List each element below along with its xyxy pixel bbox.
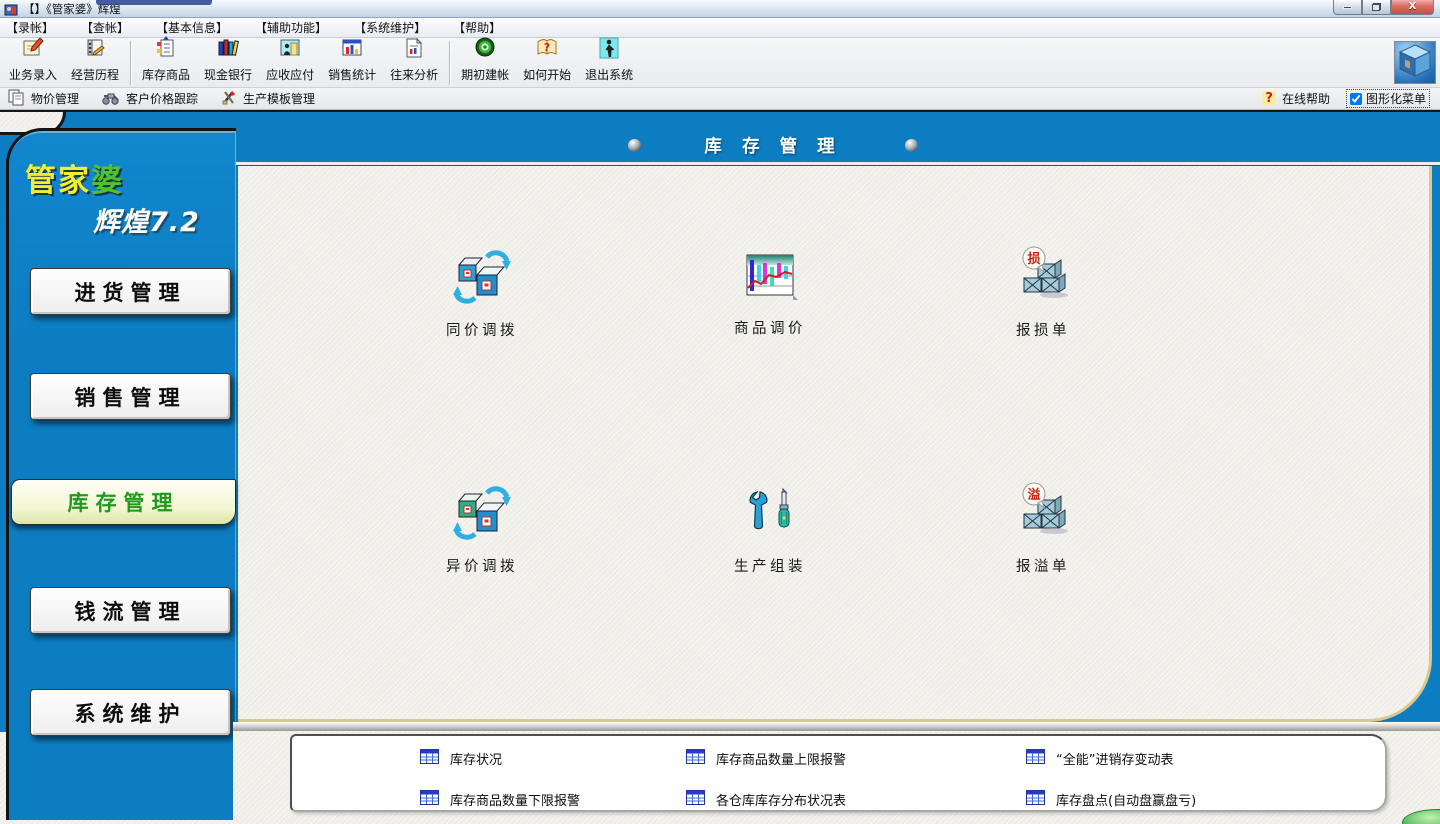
menu-query[interactable]: 【查帐】 <box>81 19 129 36</box>
analysis-doc-icon <box>402 36 426 63</box>
toolbar-separator <box>130 41 131 85</box>
toolbar-cash-bank[interactable]: 现金银行 <box>197 40 259 86</box>
report-panel: 库存状况 库存商品数量上限报警 “全能”进销存变动表 库存商品数量下限报警 各仓… <box>290 734 1387 812</box>
minimize-icon <box>1343 6 1352 9</box>
tools-icon <box>742 486 798 546</box>
how-to-start-icon: ? <box>535 36 559 63</box>
toolbar-initial-setup[interactable]: 期初建帐 <box>454 40 516 86</box>
report-upper-limit-alert[interactable]: 库存商品数量上限报警 <box>686 749 846 768</box>
menu-item-overflow-report[interactable]: 溢 报溢单 <box>968 482 1118 576</box>
menu-item-diff-price-transfer[interactable]: 异价调拨 <box>407 484 557 576</box>
application-window: 【】《管家婆》辉煌 X 【录帐】 【查帐】 【基本信息】 【辅助功能】 【系统维… <box>0 0 1440 824</box>
sidebar-item-cash-flow[interactable]: 钱流管理 <box>30 587 231 634</box>
report-omni-change-table[interactable]: “全能”进销存变动表 <box>1026 749 1173 768</box>
pen-note-icon <box>21 36 45 63</box>
menu-item-same-price-transfer[interactable]: 同价调拨 <box>407 248 557 340</box>
svg-text:损: 损 <box>1027 251 1040 267</box>
report-lower-limit-alert[interactable]: 库存商品数量下限报警 <box>420 790 580 809</box>
quickbar-price-management[interactable]: 物价管理 <box>8 89 79 109</box>
brand-cube-button[interactable] <box>1394 41 1436 84</box>
table-icon <box>420 790 439 809</box>
graphic-menu-toggle[interactable]: 图形化菜单 <box>1346 89 1430 108</box>
minimize-button[interactable] <box>1333 0 1362 15</box>
ledger-icon <box>83 36 107 63</box>
toolbar-business-entry[interactable]: 业务录入 <box>2 40 64 86</box>
report-inventory-status[interactable]: 库存状况 <box>420 749 502 768</box>
sphere-bullet-icon <box>628 139 641 152</box>
toolbar-transaction-analysis[interactable]: 往来分析 <box>383 40 445 86</box>
toolbar: 业务录入 经营历程 库存商品 现金银行 应收应付 销售统计 往来分析 <box>0 38 1440 88</box>
quick-bar: 物价管理 客户价格跟踪 生产模板管理 ? 在线帮助 图形化菜单 <box>0 88 1440 110</box>
sidebar-item-sales[interactable]: 销售管理 <box>30 373 231 420</box>
report-warehouse-distribution[interactable]: 各仓库库存分布状况表 <box>686 790 846 809</box>
table-icon <box>686 749 705 768</box>
sidebar-item-system-maintenance[interactable]: 系统维护 <box>30 689 231 736</box>
toolbar-how-to-start[interactable]: ? 如何开始 <box>516 40 578 86</box>
svg-text:?: ? <box>544 41 550 54</box>
toolbar-business-history[interactable]: 经营历程 <box>64 40 126 86</box>
section-title: 库 存 管 理 <box>704 133 841 158</box>
exit-system-icon <box>597 36 621 63</box>
brand-version: 辉煌7.2 <box>93 200 236 239</box>
menu-aux-functions[interactable]: 【辅助功能】 <box>255 19 327 36</box>
goods-list-icon <box>154 36 178 63</box>
quickbar-customer-price-tracking[interactable]: 客户价格跟踪 <box>101 89 198 109</box>
menu-item-loss-report[interactable]: 损 报损单 <box>968 246 1118 340</box>
title-bar: 【】《管家婆》辉煌 X <box>0 0 1440 18</box>
toolbar-inventory-goods[interactable]: 库存商品 <box>135 40 197 86</box>
svg-text:溢: 溢 <box>1027 487 1040 503</box>
header-underline <box>168 162 1440 165</box>
warehouse-transfer-icon <box>453 248 511 310</box>
init-account-icon <box>473 36 497 63</box>
cube-icon <box>1397 42 1433 83</box>
loss-boxes-icon: 损 <box>1014 246 1072 310</box>
titlebar-accent <box>96 0 212 5</box>
quickbar-production-template[interactable]: 生产模板管理 <box>220 89 315 109</box>
menu-record[interactable]: 【录帐】 <box>6 19 54 36</box>
toolbar-sales-statistics[interactable]: 销售统计 <box>321 40 383 86</box>
menu-basic-info[interactable]: 【基本信息】 <box>156 19 228 36</box>
table-icon <box>1026 790 1045 809</box>
menu-system-maintenance[interactable]: 【系统维护】 <box>354 19 426 36</box>
toolbar-separator <box>449 41 450 85</box>
close-button[interactable]: X <box>1391 0 1434 15</box>
section-header: 库 存 管 理 <box>628 133 918 158</box>
horizontal-divider <box>233 722 1440 731</box>
restore-icon <box>1372 3 1381 11</box>
table-icon <box>420 749 439 768</box>
receivable-payable-icon <box>278 36 302 63</box>
online-help-link[interactable]: ? 在线帮助 <box>1262 90 1330 107</box>
close-icon: X <box>1409 2 1417 12</box>
sales-chart-icon <box>340 36 364 63</box>
table-icon <box>686 790 705 809</box>
table-icon <box>1026 749 1045 768</box>
menu-item-production-assembly[interactable]: 生产组装 <box>695 486 845 576</box>
warehouse-transfer-diff-icon <box>453 484 511 546</box>
template-tools-icon <box>220 89 238 109</box>
brand-logo: 管家婆 <box>25 155 236 200</box>
sidebar-item-inventory[interactable]: 库存管理 <box>11 479 236 525</box>
sidebar: 管家婆 辉煌7.2 进货管理 销售管理 库存管理 钱流管理 系统维护 <box>6 128 236 820</box>
toolbar-receivable-payable[interactable]: 应收应付 <box>259 40 321 86</box>
restore-button[interactable] <box>1362 0 1391 15</box>
app-icon <box>4 2 18 16</box>
menu-help[interactable]: 【帮助】 <box>453 19 501 36</box>
menu-item-goods-price-adjust[interactable]: 商品调价 <box>695 250 845 338</box>
help-question-icon: ? <box>1262 91 1276 106</box>
price-chart-icon <box>742 250 798 308</box>
main-region: 库 存 管 理 同价调拨 <box>0 110 1440 824</box>
sphere-bullet-icon <box>905 139 918 152</box>
report-stocktaking[interactable]: 库存盘点(自动盘赢盘亏) <box>1026 790 1196 809</box>
toolbar-exit-system[interactable]: 退出系统 <box>578 40 640 86</box>
copy-pages-icon <box>8 89 26 109</box>
overflow-boxes-icon: 溢 <box>1014 482 1072 546</box>
sidebar-item-purchase[interactable]: 进货管理 <box>30 268 231 315</box>
tracking-scope-icon <box>101 89 121 109</box>
graphic-menu-checkbox[interactable] <box>1350 93 1362 105</box>
cash-bank-icon <box>216 36 240 63</box>
